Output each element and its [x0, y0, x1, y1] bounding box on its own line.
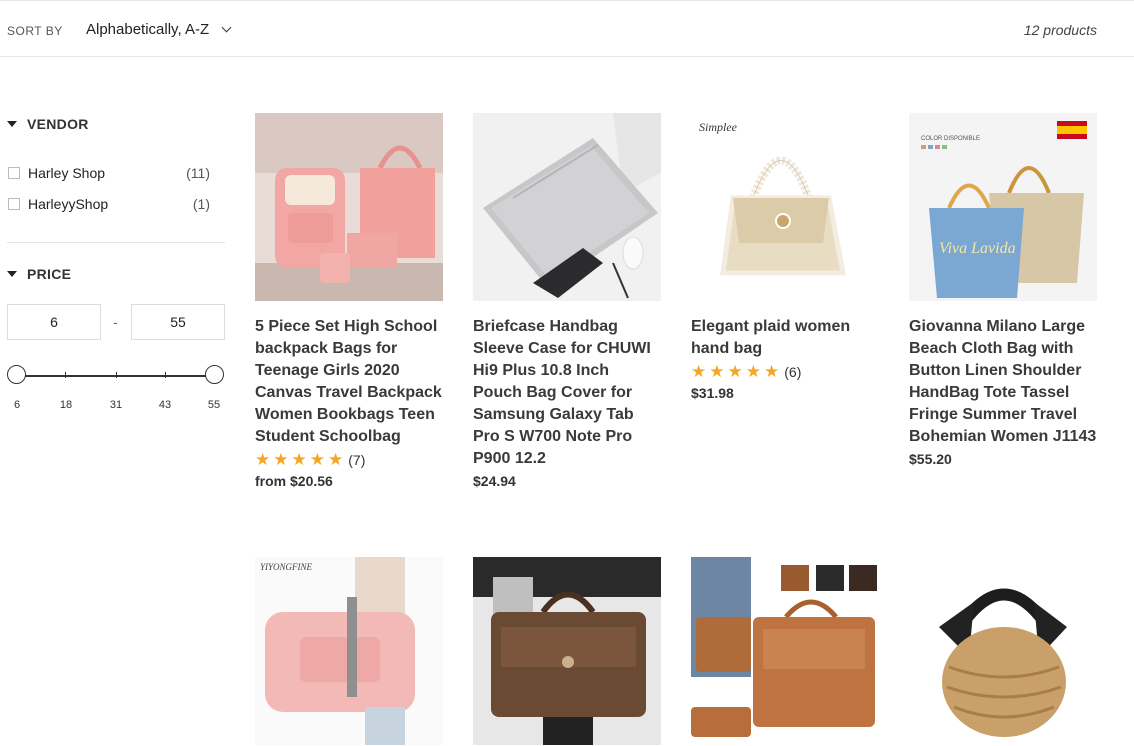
caret-down-icon — [7, 271, 17, 277]
product-card[interactable]: Briefcase Handbag Sleeve Case for CHUWI … — [473, 113, 661, 489]
star-icon: ★ — [709, 362, 725, 381]
star-icon: ★ — [255, 450, 271, 469]
product-rating: ★ ★ ★ ★ ★ (6) — [691, 362, 879, 382]
product-title[interactable]: 5 Piece Set High School backpack Bags fo… — [255, 316, 443, 448]
product-rating: ★ ★ ★ ★ ★ (7) — [255, 450, 443, 470]
price-slider-min-handle[interactable] — [7, 365, 26, 384]
rating-count: (6) — [784, 364, 802, 380]
star-icon: ★ — [691, 362, 707, 381]
slider-tick — [165, 372, 166, 378]
vendor-count: (1) — [192, 196, 210, 212]
price-slider-max-handle[interactable] — [205, 365, 224, 384]
price-max-input[interactable]: 55 — [131, 304, 225, 340]
filter-divider — [7, 242, 225, 243]
product-image-pearl-handle-plaid-bag[interactable]: Simplee — [691, 113, 879, 301]
vendor-count: (11) — [186, 165, 210, 181]
star-icon: ★ — [745, 362, 761, 381]
image-brand-text: YIYONGFINE — [260, 562, 313, 572]
caret-down-icon — [7, 121, 17, 127]
product-title[interactable]: Giovanna Milano Large Beach Cloth Bag wi… — [909, 316, 1097, 448]
vendor-filter-toggle[interactable]: VENDOR — [7, 116, 89, 132]
price-range-separator: - — [113, 314, 118, 330]
slider-tick — [116, 372, 117, 378]
vendor-option-harleyyshop[interactable]: HarleyyShop (1) — [8, 194, 210, 214]
slider-tick-label: 55 — [207, 399, 221, 411]
slider-tick-label: 6 — [13, 399, 21, 411]
sort-select-value: Alphabetically, A-Z — [86, 21, 210, 38]
vendor-filter-title: VENDOR — [27, 116, 89, 132]
svg-text:Viva Lavida: Viva Lavida — [939, 240, 1016, 257]
vendor-name: HarleyyShop — [28, 196, 109, 212]
product-card[interactable]: 5 Piece Set High School backpack Bags fo… — [255, 113, 443, 489]
product-image-linen-beach-tote[interactable]: COLOR DISPONIBLE Viva Lavida — [909, 113, 1097, 301]
product-image-grey-laptop-sleeve[interactable] — [473, 113, 661, 301]
product-card[interactable]: YIYONGFINE — [255, 557, 443, 745]
product-price: $24.94 — [473, 473, 516, 489]
chevron-down-icon — [221, 22, 232, 33]
star-icon: ★ — [727, 362, 743, 381]
star-icon: ★ — [309, 450, 325, 469]
star-icon: ★ — [328, 450, 344, 469]
price-filter-toggle[interactable]: PRICE — [7, 266, 71, 282]
star-icon: ★ — [273, 450, 289, 469]
product-image-pink-backpack-set[interactable] — [255, 113, 443, 301]
product-title[interactable]: Briefcase Handbag Sleeve Case for CHUWI … — [473, 316, 661, 470]
product-image-rattan-basket-bag[interactable] — [909, 557, 1097, 745]
product-image-pink-duffel-bag[interactable]: YIYONGFINE — [255, 557, 443, 745]
product-price: $31.98 — [691, 385, 734, 401]
rating-count: (7) — [348, 452, 366, 468]
vendor-option-harley-shop[interactable]: Harley Shop (11) — [8, 163, 210, 183]
sort-select[interactable]: Alphabetically, A-Z — [86, 21, 232, 38]
vendor-checkbox[interactable] — [8, 198, 20, 210]
product-image-tan-leather-briefcase-set[interactable] — [691, 557, 879, 745]
sort-toolbar: SORT BY Alphabetically, A-Z 12 products — [0, 0, 1134, 57]
product-card[interactable]: COLOR DISPONIBLE Viva Lavida Giovanna Mi… — [909, 113, 1097, 467]
product-card[interactable] — [691, 557, 879, 745]
product-image-brown-leather-briefcase[interactable] — [473, 557, 661, 745]
product-count: 12 products — [1023, 22, 1097, 38]
product-card[interactable]: Simplee Elegant plaid women hand bag ★ ★… — [691, 113, 879, 401]
star-icon: ★ — [764, 362, 780, 381]
product-card[interactable] — [473, 557, 661, 745]
sort-by-label: SORT BY — [7, 24, 63, 38]
product-title[interactable]: Elegant plaid women hand bag — [691, 316, 879, 360]
slider-tick-label: 18 — [59, 399, 73, 411]
slider-tick — [65, 372, 66, 378]
image-caption-text: COLOR DISPONIBLE — [921, 136, 980, 142]
product-card[interactable] — [909, 557, 1097, 745]
image-brand-text: Simplee — [699, 120, 738, 134]
price-min-input[interactable]: 6 — [7, 304, 101, 340]
slider-tick-label: 43 — [158, 399, 172, 411]
product-price: $55.20 — [909, 451, 952, 467]
product-price: from $20.56 — [255, 473, 333, 489]
slider-tick-label: 31 — [109, 399, 123, 411]
vendor-name: Harley Shop — [28, 165, 106, 181]
vendor-checkbox[interactable] — [8, 167, 20, 179]
price-filter-title: PRICE — [27, 266, 72, 282]
star-icon: ★ — [291, 450, 307, 469]
